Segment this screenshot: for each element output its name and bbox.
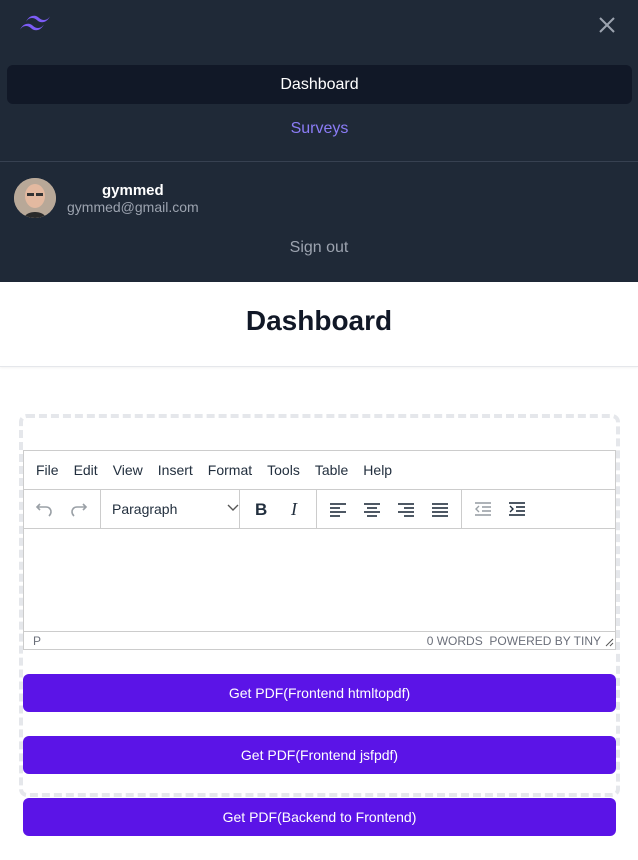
status-info: 0 WORDS POWERED BY TINY: [427, 634, 601, 648]
align-justify-icon[interactable]: [428, 497, 452, 521]
status-element-path[interactable]: P: [33, 634, 41, 648]
tailwind-logo-icon[interactable]: [18, 13, 52, 37]
toolbar-separator: [316, 490, 317, 528]
mobile-nav-panel: Dashboard Surveys gymmed gymmed@gmail.co…: [0, 0, 638, 282]
redo-icon[interactable]: [67, 497, 91, 521]
undo-icon[interactable]: [32, 497, 56, 521]
toolbar-separator: [100, 490, 101, 528]
svg-text:I: I: [290, 499, 298, 519]
close-icon[interactable]: [596, 14, 618, 36]
editor-menubar: File Edit View Insert Format Tools Table…: [24, 451, 615, 490]
menu-table[interactable]: Table: [315, 462, 348, 478]
page-title: Dashboard: [245, 305, 393, 336]
sign-out-button[interactable]: Sign out: [0, 239, 638, 257]
get-pdf-htmltopdf-button[interactable]: Get PDF(Frontend htmltopdf): [23, 674, 616, 712]
indent-icon[interactable]: [505, 497, 529, 521]
nav-item-surveys[interactable]: Surveys: [7, 109, 632, 148]
menu-format[interactable]: Format: [208, 462, 252, 478]
nav-divider: [0, 161, 638, 162]
outdent-icon[interactable]: [471, 497, 495, 521]
get-pdf-jsfpdf-button[interactable]: Get PDF(Frontend jsfpdf): [23, 736, 616, 774]
editor-statusbar: P 0 WORDS POWERED BY TINY: [24, 631, 615, 649]
block-format-select[interactable]: Paragraph: [112, 497, 240, 521]
user-email: gymmed@gmail.com: [67, 199, 199, 215]
word-count[interactable]: 0 WORDS: [427, 634, 483, 648]
get-pdf-backend-button[interactable]: Get PDF(Backend to Frontend): [23, 798, 616, 836]
menu-edit[interactable]: Edit: [74, 462, 98, 478]
toolbar-separator: [461, 490, 462, 528]
menu-tools[interactable]: Tools: [267, 462, 300, 478]
nav-item-dashboard[interactable]: Dashboard: [7, 65, 632, 104]
bold-icon[interactable]: B: [249, 497, 273, 521]
align-left-icon[interactable]: [326, 497, 350, 521]
editor-content-area[interactable]: [24, 529, 615, 630]
italic-icon[interactable]: I: [283, 497, 307, 521]
resize-grip-icon[interactable]: [604, 637, 614, 647]
toolbar-separator: [239, 490, 240, 528]
user-name: gymmed: [102, 182, 164, 199]
menu-insert[interactable]: Insert: [158, 462, 193, 478]
align-right-icon[interactable]: [394, 497, 418, 521]
menu-file[interactable]: File: [36, 462, 59, 478]
editor-toolbar: Paragraph B I: [24, 490, 615, 529]
rich-text-editor: File Edit View Insert Format Tools Table…: [23, 450, 616, 650]
chevron-down-icon: [227, 504, 239, 511]
menu-help[interactable]: Help: [363, 462, 392, 478]
powered-by-tiny[interactable]: POWERED BY TINY: [489, 634, 601, 648]
menu-view[interactable]: View: [113, 462, 143, 478]
block-format-value: Paragraph: [112, 501, 178, 517]
svg-text:B: B: [255, 500, 267, 519]
avatar: [14, 178, 56, 218]
align-center-icon[interactable]: [360, 497, 384, 521]
